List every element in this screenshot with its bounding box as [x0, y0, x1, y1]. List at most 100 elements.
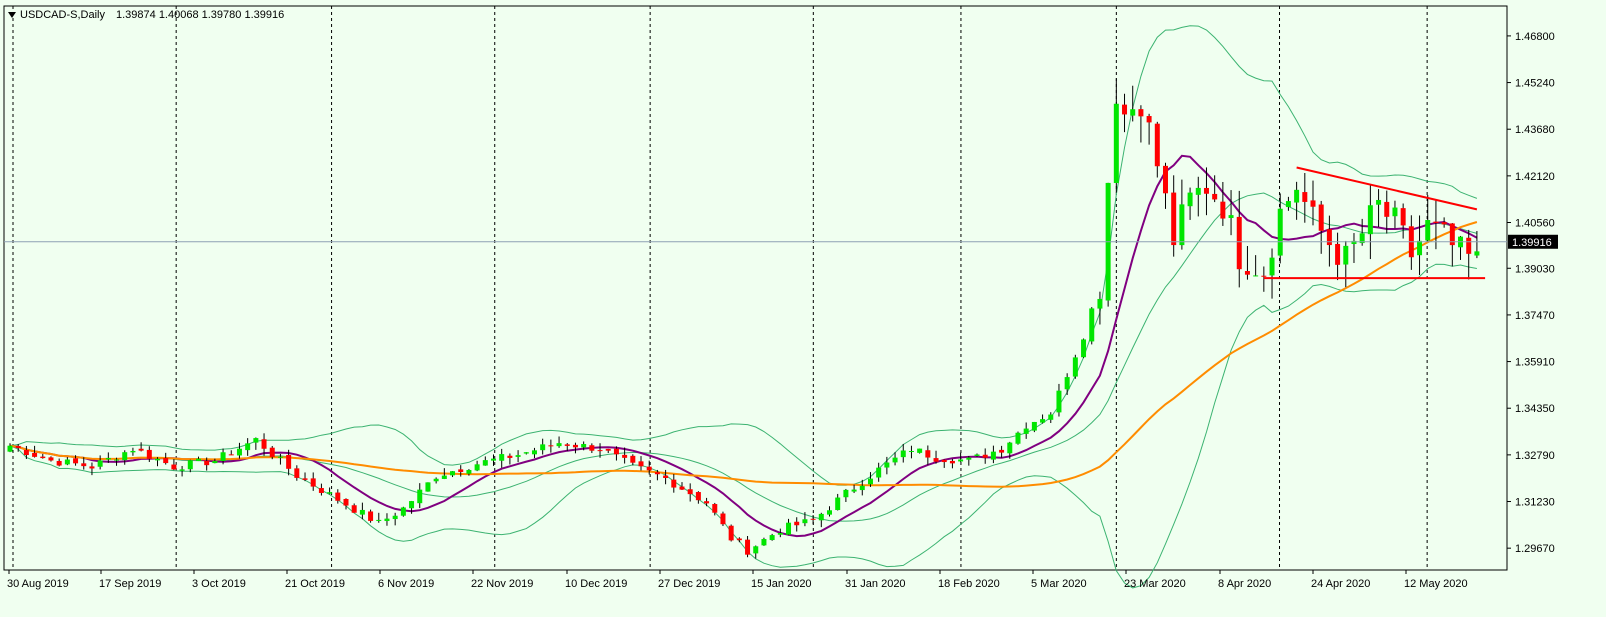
candle-body [1130, 109, 1136, 116]
candle-body [728, 525, 734, 541]
time-tick-label: 8 Apr 2020 [1218, 578, 1271, 590]
candle-body [261, 439, 267, 449]
candle-body [786, 522, 792, 535]
candle-body [581, 444, 587, 448]
candle-body [917, 448, 923, 453]
time-tick-label: 27 Dec 2019 [658, 578, 720, 590]
candle-body [171, 464, 177, 470]
candle-body [73, 458, 79, 464]
candle-body [802, 519, 808, 524]
candle [1089, 307, 1095, 345]
candle-body [900, 450, 906, 458]
candle-body [138, 448, 144, 451]
candle-body [392, 515, 398, 520]
candle-body [876, 467, 882, 478]
candle-body [646, 466, 652, 471]
candle-body [1031, 421, 1037, 431]
candle-body [695, 492, 701, 501]
candle-body [343, 498, 349, 506]
candle-body [1326, 229, 1332, 246]
candle-body [1171, 192, 1177, 246]
candle-body [1056, 390, 1062, 413]
candle-body [1343, 245, 1349, 265]
candle-body [56, 460, 62, 466]
candle-body [335, 492, 341, 501]
candle-body [302, 478, 308, 480]
candle-body [204, 460, 210, 466]
price-chart[interactable]: 1.46800 1.45240 1.43680 1.42120 1.40560 1.390… [0, 0, 1606, 612]
candle-body [269, 447, 275, 457]
candle-body [48, 457, 54, 461]
candle-body [859, 485, 865, 491]
price-axis: 1.46800 1.45240 1.43680 1.42120 1.40560 1.390… [1507, 31, 1555, 555]
candle-body [187, 460, 193, 470]
candle-body [499, 454, 505, 461]
candle-body [253, 438, 259, 443]
candle-body [1179, 204, 1185, 246]
candle-body [491, 458, 497, 461]
candle-body [1023, 428, 1029, 434]
candle-body [556, 443, 562, 447]
candle-body [1425, 220, 1431, 241]
candle-body [736, 538, 742, 541]
candle-body [1400, 208, 1406, 226]
candle-body [867, 478, 873, 485]
price-tick-label: 1.29670 [1515, 543, 1555, 555]
candle-body [1220, 201, 1226, 219]
candle-body [1089, 308, 1095, 342]
candle-body [523, 452, 529, 454]
candle-body [687, 489, 693, 495]
candle-body [474, 464, 480, 471]
candle-body [220, 452, 226, 461]
candle [1081, 338, 1087, 359]
candle-body [146, 449, 152, 459]
candle-body [949, 460, 955, 464]
candle-body [130, 450, 136, 453]
candle-body [597, 450, 603, 452]
candle-body [769, 535, 775, 541]
candle-body [1310, 200, 1316, 207]
time-axis: 30 Aug 2019 17 Sep 2019 3 Oct 2019 21 Oct 2… [7, 570, 1468, 590]
candle-body [400, 507, 406, 516]
candle-body [982, 454, 988, 458]
candle [1105, 182, 1111, 307]
candle-body [564, 444, 570, 446]
time-tick-label: 6 Nov 2019 [378, 578, 434, 590]
plot-area [3, 5, 1508, 571]
time-tick-label: 24 Apr 2020 [1311, 578, 1370, 590]
candle [728, 524, 734, 542]
candle-body [376, 519, 382, 521]
candle-body [1122, 104, 1128, 115]
candle-body [15, 445, 21, 449]
candle-body [540, 444, 546, 451]
candle-body [212, 461, 218, 464]
price-tick-label: 1.31230 [1515, 497, 1555, 509]
candle-body [1154, 123, 1160, 167]
candle [400, 506, 406, 517]
candle-body [810, 518, 816, 520]
candle-body [1294, 189, 1300, 203]
candle-body [7, 445, 13, 452]
candle-body [777, 533, 783, 535]
time-tick-label: 21 Oct 2019 [285, 578, 345, 590]
price-tick-label: 1.43680 [1515, 124, 1555, 136]
candle-body [163, 458, 169, 464]
candle-body [1097, 298, 1103, 309]
candle-body [114, 459, 120, 461]
candle-body [351, 505, 357, 513]
candle-body [1072, 357, 1078, 377]
candle-body [1212, 193, 1218, 200]
time-tick-label: 5 Mar 2020 [1031, 578, 1087, 590]
candle-body [1203, 187, 1209, 194]
candle-body [441, 475, 447, 479]
candle-body [433, 478, 439, 482]
candle-body [1417, 240, 1423, 256]
candle-body [40, 456, 46, 459]
candle-body [818, 513, 824, 521]
candle-body [32, 452, 38, 457]
candle-body [89, 466, 95, 469]
time-tick-label: 10 Dec 2019 [565, 578, 627, 590]
candle-body [1277, 208, 1283, 256]
candle-body [958, 459, 964, 462]
candle [1031, 421, 1037, 433]
